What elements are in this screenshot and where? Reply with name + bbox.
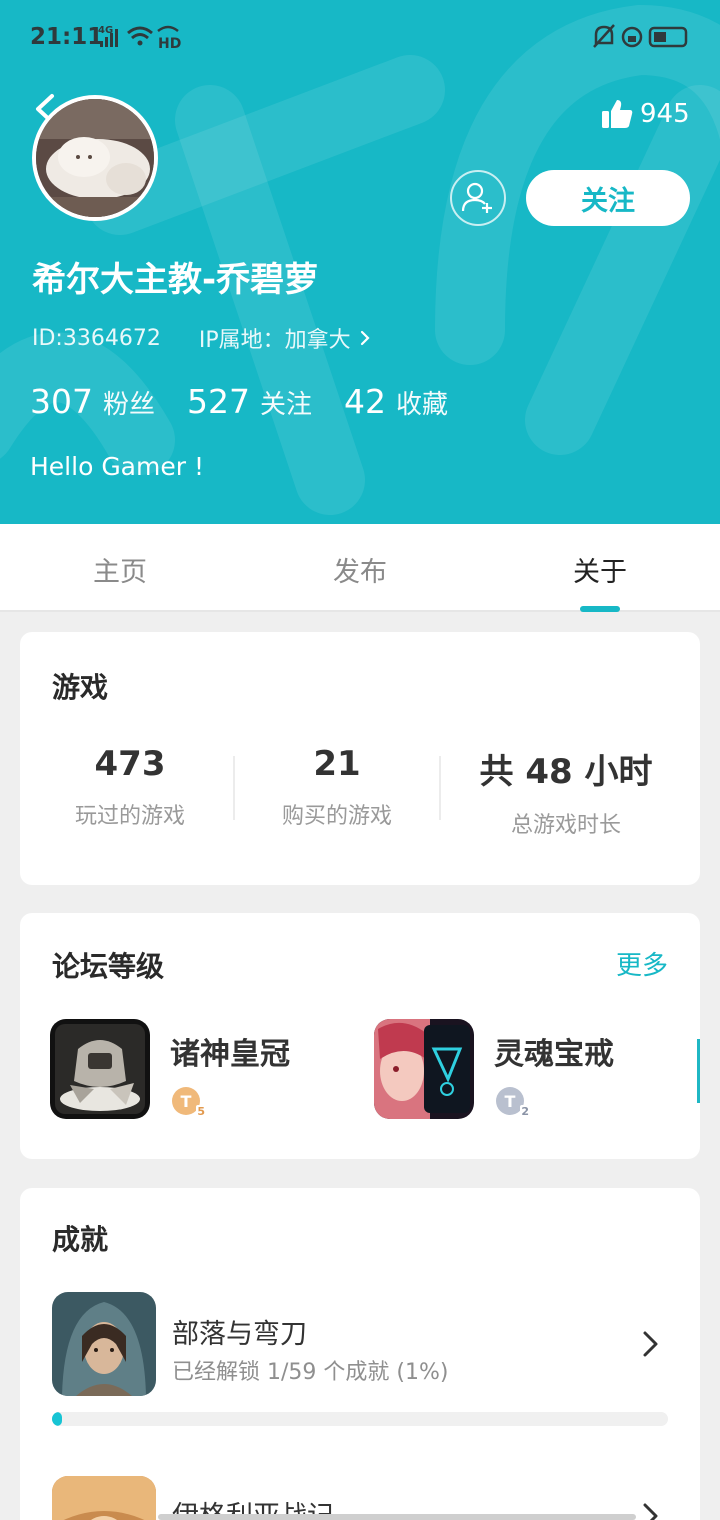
divider (439, 756, 441, 820)
games-played-stat[interactable]: 473 玩过的游戏 (25, 744, 235, 830)
game-icon-soul-ring (374, 1019, 474, 1119)
badge-level: 5 (196, 1105, 206, 1118)
stat-value: 307 (30, 382, 93, 421)
user-id: ID:3364672 (32, 325, 161, 351)
stat-value: 527 (187, 382, 251, 421)
stat-label: 玩过的游戏 (74, 804, 185, 829)
avatar-cat-image (36, 99, 154, 217)
next-item-peek (697, 1039, 700, 1103)
achievement-game-name: 部落与弯刀 (172, 1319, 307, 1350)
badge-level: 2 (520, 1105, 530, 1118)
thumbs-up-icon (602, 100, 633, 128)
active-tab-indicator (580, 606, 620, 612)
forum-item[interactable]: 灵魂宝戒 T 2 (374, 1019, 664, 1119)
achievement-progress-text: 已经解锁 1/59 个成就 (1%) (172, 1360, 449, 1385)
likes-counter: 945 (600, 94, 690, 134)
forum-card-title: 论坛等级 (52, 950, 165, 983)
chevron-right-icon (360, 330, 370, 346)
follow-button[interactable]: 关注 (526, 170, 690, 226)
status-time: 21:11 (30, 24, 104, 50)
signal-wifi-icon: 4G HD (98, 25, 181, 52)
stat-following[interactable]: 527 关注 (187, 382, 312, 421)
profile-id-line: ID:3364672 IP属地：加拿大 (32, 322, 373, 354)
tab-home[interactable]: 主页 (0, 550, 240, 589)
game-icon-iglia-chronicles (52, 1476, 156, 1520)
stat-value: 42 (344, 382, 387, 421)
profile-tabs: 主页 发布 关于 (0, 524, 720, 612)
stat-value: 共 48 小时 (479, 752, 653, 792)
svg-text:HD: HD (158, 36, 181, 51)
forum-level-card: 论坛等级 更多 诸神皇冠 T 5 灵魂宝戒 T 2 (20, 913, 700, 1159)
forum-name: 诸神皇冠 (170, 1037, 290, 1072)
achievements-card: 成就 部落与弯刀 已经解锁 1/59 个成就 (1%) 伊格利亚战记 (20, 1188, 700, 1520)
stat-followers[interactable]: 307 粉丝 (30, 382, 155, 421)
game-icon-mount-blade (52, 1292, 156, 1396)
tab-posts[interactable]: 发布 (240, 550, 480, 589)
badge-letter: T (180, 1091, 192, 1111)
more-link[interactable]: 更多 (616, 945, 668, 982)
stat-label: 关注 (260, 390, 313, 420)
profile-name: 希尔大主教-乔碧萝 (32, 260, 319, 300)
stat-label: 收藏 (396, 390, 449, 420)
avatar[interactable] (32, 95, 158, 221)
add-user-icon (461, 182, 492, 213)
profile-stats: 307 粉丝 527 关注 42 收藏 (30, 382, 480, 421)
status-system-icons (592, 23, 690, 55)
tab-about[interactable]: 关于 (480, 550, 720, 589)
mute-lock-battery-icon (593, 24, 688, 48)
game-icon-crown-of-gods (50, 1019, 150, 1119)
stat-label: 总游戏时长 (510, 813, 621, 838)
profile-bio: Hello Gamer ! (30, 452, 204, 481)
likes-count: 945 (640, 99, 690, 129)
progress-fill (52, 1412, 63, 1426)
stat-label: 购买的游戏 (281, 804, 392, 829)
forum-name: 灵魂宝戒 (494, 1037, 614, 1072)
stat-favorites[interactable]: 42 收藏 (344, 382, 448, 421)
games-purchased-stat[interactable]: 21 购买的游戏 (232, 744, 442, 830)
level-badge-icon: T 2 (496, 1087, 530, 1118)
status-network-icons: 4G HD (98, 23, 184, 55)
stat-label: 粉丝 (103, 390, 156, 420)
profile-header: 21:11 4G HD 945 关注 希尔大主教-乔碧萝 ID:3364672 … (0, 0, 720, 524)
playtime-stat[interactable]: 共 48 小时 总游戏时长 (461, 744, 671, 839)
chevron-right-icon (643, 1503, 658, 1520)
level-badge-icon: T 5 (172, 1087, 206, 1118)
ip-location-link[interactable]: IP属地：加拿大 (199, 322, 373, 354)
badge-letter: T (504, 1091, 516, 1111)
forum-item[interactable]: 诸神皇冠 T 5 (50, 1019, 340, 1119)
achievement-progress-bar (52, 1412, 668, 1426)
ip-location: IP属地：加拿大 (198, 328, 351, 353)
add-friend-button[interactable] (450, 170, 506, 226)
stat-value: 473 (94, 744, 166, 784)
games-card-title: 游戏 (52, 671, 109, 704)
achievements-card-title: 成就 (52, 1223, 109, 1256)
stat-value: 21 (313, 744, 361, 784)
games-card: 游戏 473 玩过的游戏 21 购买的游戏 共 48 小时 总游戏时长 (20, 632, 700, 885)
status-bar: 21:11 4G HD (0, 18, 720, 58)
achievement-item[interactable]: 部落与弯刀 已经解锁 1/59 个成就 (1%) (52, 1292, 668, 1432)
chevron-right-icon (643, 1331, 658, 1357)
scroll-indicator (158, 1514, 636, 1520)
